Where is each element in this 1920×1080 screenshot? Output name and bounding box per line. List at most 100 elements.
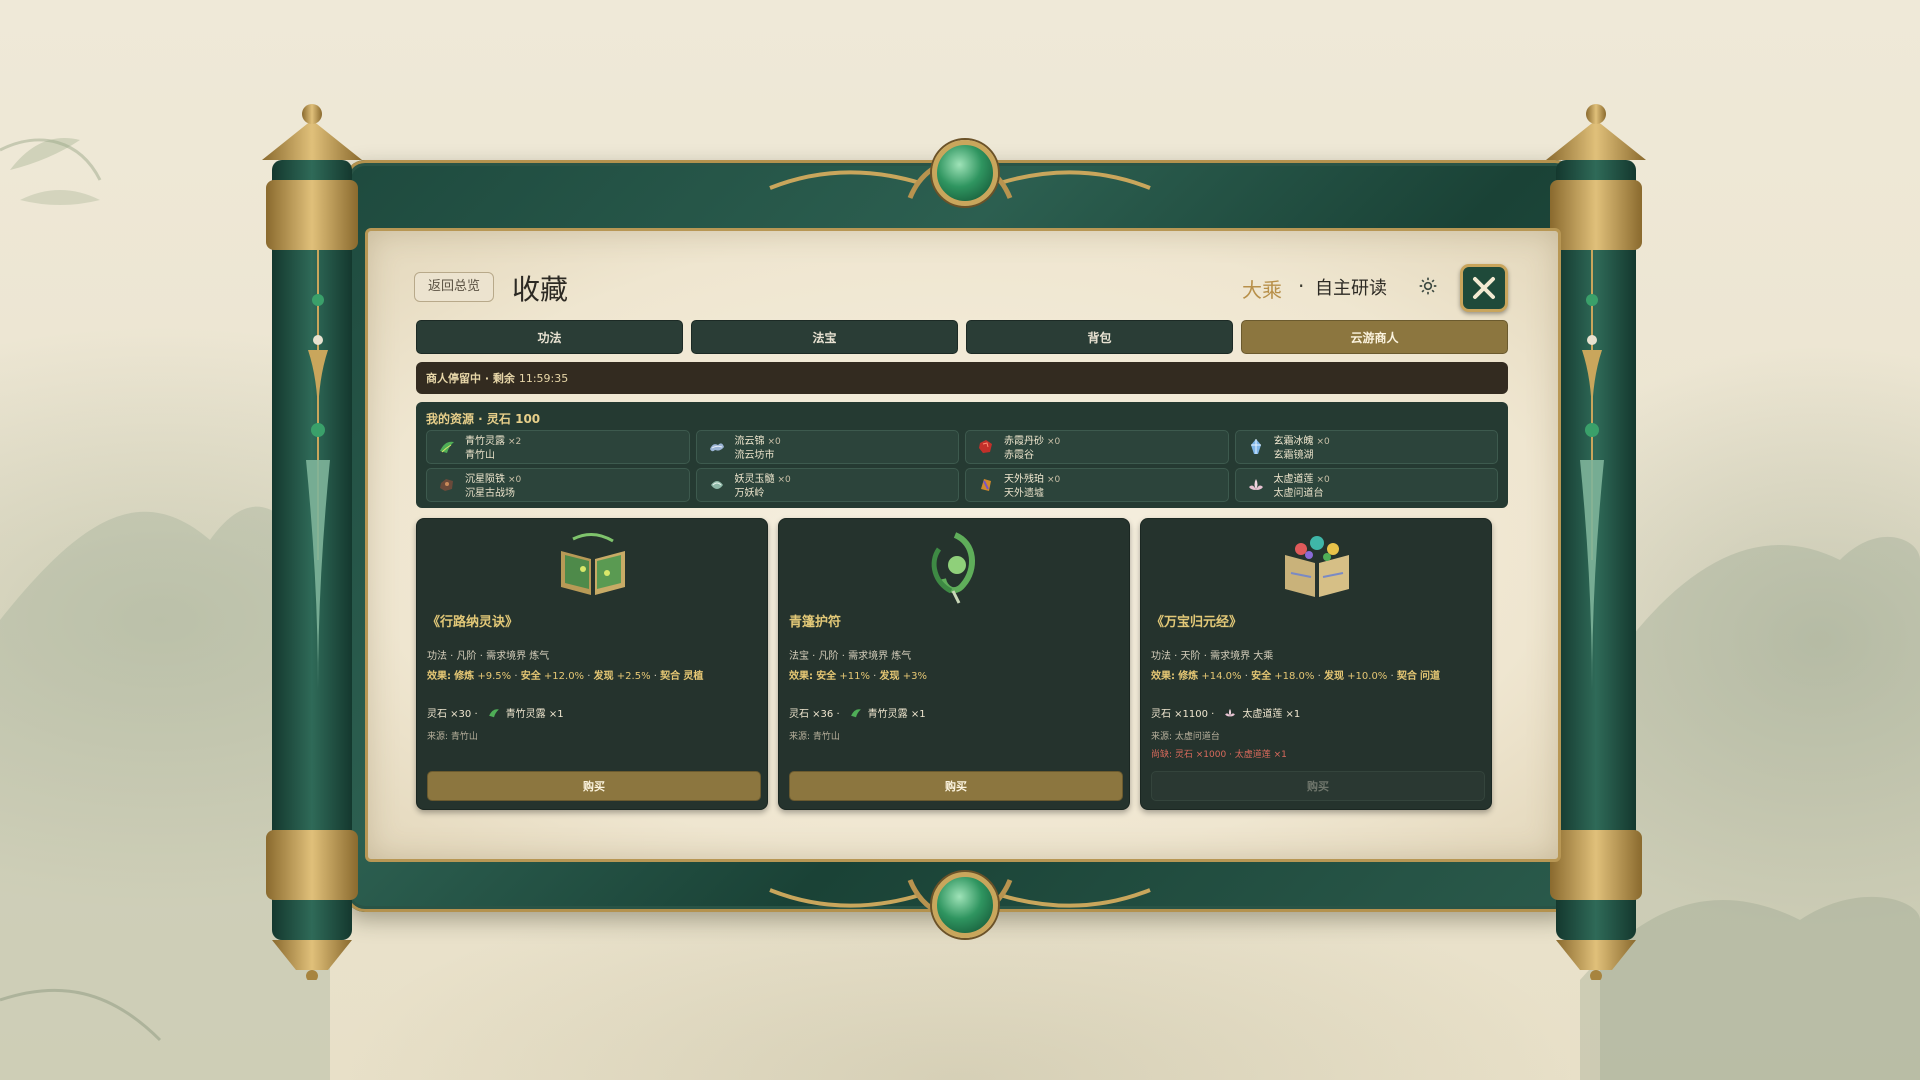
resource-location: 青竹山 (465, 450, 495, 461)
resource-count: ×0 (1316, 437, 1330, 447)
resource-item[interactable]: 赤霞丹砂 ×0 赤霞谷 (965, 430, 1229, 464)
item-name: 青篷护符 (789, 615, 842, 630)
merchant-items: 《行路纳灵诀》 功法 · 凡阶 · 需求境界 炼气 效果: 修炼 +9.5% ·… (416, 518, 1492, 810)
merchant-status-bar: 商人停留中 · 剩余 11:59:35 (416, 362, 1508, 394)
effect-key: 安全 (816, 671, 837, 682)
green-dew-icon (488, 708, 499, 717)
resource-name: 玄霜冰魄 (1273, 436, 1314, 447)
cost-material: 青竹灵露 ×1 (505, 709, 564, 720)
effect-key: 发现 (1323, 671, 1344, 682)
effect-value: +11% (839, 671, 870, 682)
realm-label: 大乘 (1242, 278, 1282, 302)
resource-name: 太虚道莲 (1273, 474, 1314, 485)
resource-count: ×0 (1316, 475, 1330, 485)
buy-button-disabled: 购买 (1151, 771, 1485, 801)
effect-key: 契合 (660, 671, 681, 682)
resource-name: 妖灵玉髓 (734, 474, 775, 485)
effects-label: 效果: (789, 671, 813, 682)
effects-label: 效果: (1151, 671, 1175, 682)
tab-artifacts[interactable]: 法宝 (691, 320, 958, 354)
effect-value: +9.5% (477, 671, 512, 682)
resource-count: ×0 (1047, 437, 1061, 447)
amber-icon (981, 479, 991, 491)
resource-count: ×0 (777, 475, 791, 485)
ice-crystal-icon (1250, 439, 1261, 454)
item-meta: 功法 · 天阶 · 需求境界 大乘 (1151, 651, 1274, 662)
tab-wandering-merchant[interactable]: 云游商人 (1241, 320, 1508, 354)
page-title: 收藏 (512, 273, 569, 306)
resource-item[interactable]: 妖灵玉髓 ×0 万妖岭 (695, 468, 959, 502)
cost-spirit-stone: 灵石 ×30 · (427, 709, 478, 720)
close-button[interactable] (1460, 264, 1508, 312)
resource-item[interactable]: 青竹灵露 ×2 青竹山 (426, 430, 690, 464)
item-name: 《行路纳灵诀》 (427, 615, 519, 630)
resource-item[interactable]: 沉星陨铁 ×0 沉星古战场 (426, 468, 690, 502)
cost-spirit-stone: 灵石 ×1100 · (1151, 709, 1215, 720)
effect-value: 问道 (1420, 671, 1441, 682)
resources-grid: 青竹灵露 ×2 青竹山 流云锦 ×0 流云坊市 赤霞丹砂 ×0 赤霞谷 玄霜冰魄 ×0 玄霜镜湖… (426, 430, 1498, 502)
effect-key: 契合 (1396, 671, 1417, 682)
item-meta: 功法 · 凡阶 · 需求境界 炼气 (427, 651, 550, 662)
back-to-overview-button[interactable]: 返回总览 (414, 272, 494, 302)
item-source: 来源: 青竹山 (789, 732, 840, 742)
resource-name: 流云锦 (734, 436, 765, 447)
item-cost: 灵石 ×1100 · 太虚道莲 ×1 (1151, 705, 1300, 720)
resource-item[interactable]: 玄霜冰魄 ×0 玄霜镜湖 (1234, 430, 1498, 464)
effect-key: 安全 (1251, 671, 1272, 682)
resource-item[interactable]: 天外残珀 ×0 天外遗墟 (965, 468, 1229, 502)
effect-key: 安全 (520, 671, 541, 682)
red-cinnabar-icon (979, 440, 992, 453)
resource-location: 流云坊市 (734, 450, 775, 461)
effect-value: 灵植 (683, 671, 704, 682)
merchant-item-card: 青篷护符 法宝 · 凡阶 · 需求境界 炼气 效果: 安全 +11% · 发现 … (778, 518, 1130, 810)
effect-key: 发现 (593, 671, 614, 682)
item-effects: 效果: 修炼 +14.0% · 安全 +18.0% · 发现 +10.0% · … (1151, 671, 1441, 682)
resource-count: ×0 (767, 437, 781, 447)
effect-key: 修炼 (1178, 671, 1199, 682)
spirit-jade-icon (710, 481, 723, 489)
effect-value: +12.0% (543, 671, 585, 682)
lotus-icon (1225, 708, 1236, 716)
merchant-status-text: 商人停留中 · 剩余 (426, 372, 515, 385)
gear-icon[interactable] (1418, 276, 1438, 296)
item-source: 来源: 青竹山 (427, 732, 478, 742)
effect-value: +14.0% (1201, 671, 1242, 682)
cost-material: 太虚道莲 ×1 (1242, 709, 1301, 720)
lotus-icon (1248, 479, 1263, 490)
item-name: 《万宝归元经》 (1151, 615, 1243, 630)
resource-item[interactable]: 太虚道莲 ×0 太虚问道台 (1234, 468, 1498, 502)
resource-location: 万妖岭 (734, 488, 765, 499)
meteor-iron-icon (440, 479, 453, 491)
jade-talisman-icon (931, 532, 976, 604)
resource-location: 天外遗墟 (1004, 488, 1044, 499)
tab-inventory[interactable]: 背包 (966, 320, 1233, 354)
merchant-item-card: 《万宝归元经》 功法 · 天阶 · 需求境界 大乘 效果: 修炼 +14.0% … (1140, 518, 1492, 810)
effect-value: +2.5% (616, 671, 651, 682)
merchant-item-card: 《行路纳灵诀》 功法 · 凡阶 · 需求境界 炼气 效果: 修炼 +9.5% ·… (416, 518, 768, 810)
effect-key: 发现 (879, 671, 900, 682)
effect-value: +3% (902, 671, 927, 682)
left-scroll-roller (262, 104, 362, 980)
item-effects: 效果: 安全 +11% · 发现 +3% (789, 671, 927, 682)
resource-count: ×0 (1047, 475, 1061, 485)
tab-techniques[interactable]: 功法 (416, 320, 683, 354)
green-dew-icon (850, 708, 861, 717)
jade-gem-bottom (932, 872, 998, 938)
item-cost: 灵石 ×36 · 青竹灵露 ×1 (789, 705, 926, 720)
effect-value: +18.0% (1274, 671, 1315, 682)
effect-key: 修炼 (454, 671, 475, 682)
buy-button[interactable]: 购买 (427, 771, 761, 801)
study-mode-label[interactable]: 自主研读 (1315, 274, 1387, 300)
cloud-silk-icon (709, 443, 724, 452)
item-effects: 效果: 修炼 +9.5% · 安全 +12.0% · 发现 +2.5% · 契合… (427, 671, 704, 682)
cost-material: 青竹灵露 ×1 (867, 709, 926, 720)
effects-label: 效果: (427, 671, 451, 682)
buy-button[interactable]: 购买 (789, 771, 1123, 801)
item-meta: 法宝 · 凡阶 · 需求境界 炼气 (789, 651, 912, 662)
resource-item[interactable]: 流云锦 ×0 流云坊市 (695, 430, 959, 464)
item-cost: 灵石 ×30 · 青竹灵露 ×1 (427, 705, 564, 720)
effect-value: +10.0% (1347, 671, 1388, 682)
spell-book-icon (561, 533, 625, 595)
resource-location: 赤霞谷 (1004, 450, 1034, 461)
missing-materials: 尚缺: 灵石 ×1000 · 太虚道莲 ×1 (1151, 750, 1287, 760)
